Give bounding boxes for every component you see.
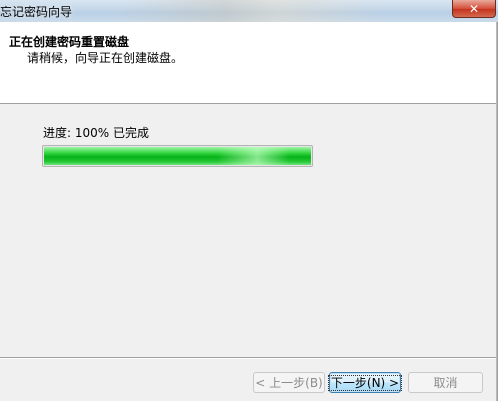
progress-bar	[42, 145, 313, 167]
cancel-button[interactable]: 取消	[408, 372, 483, 393]
back-button-label: < 上一步(B)	[255, 376, 323, 390]
close-button[interactable]: ✕	[452, 0, 496, 18]
page-subtitle: 请稍候，向导正在创建磁盘。	[27, 51, 184, 65]
next-button[interactable]: 下一步(N) >	[327, 372, 403, 393]
wizard-header: 正在创建密码重置磁盘 请稍候，向导正在创建磁盘。	[0, 22, 496, 104]
page-title: 正在创建密码重置磁盘	[9, 35, 130, 49]
title-bar[interactable]: 忘记密码向导 ✕	[0, 0, 498, 22]
cancel-button-label: 取消	[433, 376, 458, 390]
close-icon: ✕	[468, 1, 480, 16]
next-button-label: 下一步(N) >	[327, 374, 403, 391]
wizard-window: 忘记密码向导 ✕ 正在创建密码重置磁盘 请稍候，向导正在创建磁盘。 进度: 10…	[0, 0, 498, 401]
progress-fill	[44, 147, 311, 165]
back-button[interactable]: < 上一步(B)	[253, 372, 325, 393]
progress-label: 进度: 100% 已完成	[43, 126, 149, 140]
button-separator	[0, 357, 496, 359]
window-title: 忘记密码向导	[0, 5, 73, 19]
